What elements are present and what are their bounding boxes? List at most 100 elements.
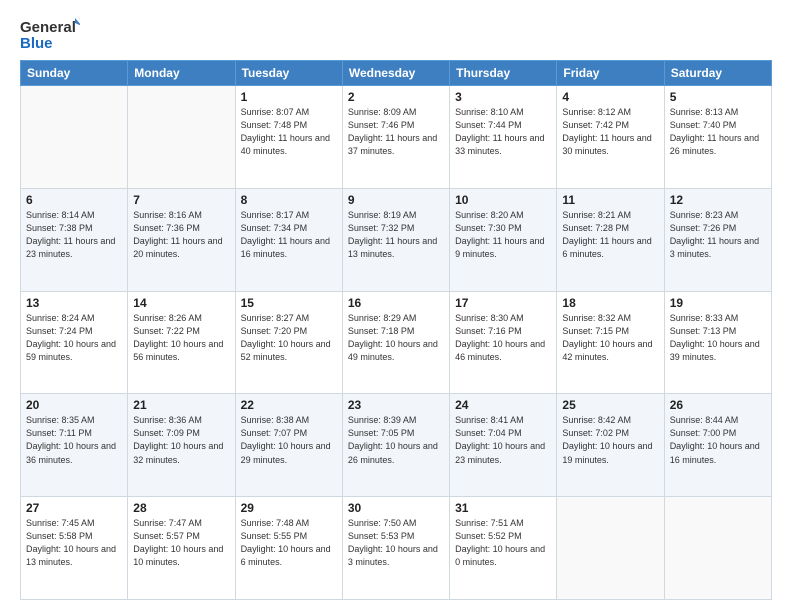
calendar-cell: 20 Sunrise: 8:35 AM Sunset: 7:11 PM Dayli… [21, 394, 128, 497]
calendar-cell: 7 Sunrise: 8:16 AM Sunset: 7:36 PM Daylig… [128, 188, 235, 291]
day-number: 11 [562, 193, 658, 207]
svg-text:General: General [20, 19, 76, 36]
day-info: Sunrise: 8:21 AM Sunset: 7:28 PM Dayligh… [562, 209, 658, 261]
day-info: Sunrise: 8:42 AM Sunset: 7:02 PM Dayligh… [562, 414, 658, 466]
day-number: 20 [26, 398, 122, 412]
calendar-cell: 10Sunrise: 8:20 AM Sunset: 7:30 PM Dayli… [450, 188, 557, 291]
calendar-cell: 29 Sunrise: 7:48 AM Sunset: 5:55 PM Dayli… [235, 497, 342, 600]
day-info: Sunrise: 8:13 AM Sunset: 7:40 PM Dayligh… [670, 106, 766, 158]
calendar-cell: 2 Sunrise: 8:09 AM Sunset: 7:46 PM Daylig… [342, 86, 449, 189]
calendar-table: SundayMondayTuesdayWednesdayThursdayFrid… [20, 60, 772, 600]
day-info: Sunrise: 8:09 AM Sunset: 7:46 PM Dayligh… [348, 106, 444, 158]
day-number: 4 [562, 90, 658, 104]
logo-svg: General Blue [20, 16, 80, 52]
day-number: 18 [562, 296, 658, 310]
week-row-5: 27 Sunrise: 7:45 AM Sunset: 5:58 PM Dayli… [21, 497, 772, 600]
day-info: Sunrise: 8:30 AM Sunset: 7:16 PM Dayligh… [455, 312, 551, 364]
day-number: 2 [348, 90, 444, 104]
day-info: Sunrise: 8:17 AM Sunset: 7:34 PM Dayligh… [241, 209, 337, 261]
calendar-cell: 8Sunrise: 8:17 AM Sunset: 7:34 PM Daylig… [235, 188, 342, 291]
day-number: 1 [241, 90, 337, 104]
day-info: Sunrise: 8:14 AM Sunset: 7:38 PM Dayligh… [26, 209, 122, 261]
calendar-cell: 6 Sunrise: 8:14 AM Sunset: 7:38 PM Daylig… [21, 188, 128, 291]
calendar-cell: 23 Sunrise: 8:39 AM Sunset: 7:05 PM Dayli… [342, 394, 449, 497]
day-header-sunday: Sunday [21, 61, 128, 86]
day-info: Sunrise: 7:48 AM Sunset: 5:55 PM Dayligh… [241, 517, 337, 569]
calendar-cell: 30Sunrise: 7:50 AM Sunset: 5:53 PM Dayli… [342, 497, 449, 600]
day-number: 3 [455, 90, 551, 104]
week-row-4: 20 Sunrise: 8:35 AM Sunset: 7:11 PM Dayli… [21, 394, 772, 497]
day-info: Sunrise: 8:35 AM Sunset: 7:11 PM Dayligh… [26, 414, 122, 466]
day-info: Sunrise: 8:44 AM Sunset: 7:00 PM Dayligh… [670, 414, 766, 466]
day-header-wednesday: Wednesday [342, 61, 449, 86]
calendar-cell: 26Sunrise: 8:44 AM Sunset: 7:00 PM Dayli… [664, 394, 771, 497]
day-number: 9 [348, 193, 444, 207]
day-info: Sunrise: 8:16 AM Sunset: 7:36 PM Dayligh… [133, 209, 229, 261]
day-info: Sunrise: 8:23 AM Sunset: 7:26 PM Dayligh… [670, 209, 766, 261]
week-row-3: 13Sunrise: 8:24 AM Sunset: 7:24 PM Dayli… [21, 291, 772, 394]
day-info: Sunrise: 7:45 AM Sunset: 5:58 PM Dayligh… [26, 517, 122, 569]
day-number: 28 [133, 501, 229, 515]
calendar-cell: 17 Sunrise: 8:30 AM Sunset: 7:16 PM Dayli… [450, 291, 557, 394]
day-header-tuesday: Tuesday [235, 61, 342, 86]
day-info: Sunrise: 8:27 AM Sunset: 7:20 PM Dayligh… [241, 312, 337, 364]
day-number: 15 [241, 296, 337, 310]
day-number: 23 [348, 398, 444, 412]
calendar-cell [21, 86, 128, 189]
day-number: 21 [133, 398, 229, 412]
day-header-monday: Monday [128, 61, 235, 86]
calendar-cell: 19 Sunrise: 8:33 AM Sunset: 7:13 PM Dayli… [664, 291, 771, 394]
day-info: Sunrise: 8:33 AM Sunset: 7:13 PM Dayligh… [670, 312, 766, 364]
day-number: 7 [133, 193, 229, 207]
calendar-cell: 16 Sunrise: 8:29 AM Sunset: 7:18 PM Dayli… [342, 291, 449, 394]
day-number: 16 [348, 296, 444, 310]
header: General Blue [20, 16, 772, 52]
calendar-cell: 27 Sunrise: 7:45 AM Sunset: 5:58 PM Dayli… [21, 497, 128, 600]
day-info: Sunrise: 8:39 AM Sunset: 7:05 PM Dayligh… [348, 414, 444, 466]
day-number: 19 [670, 296, 766, 310]
day-info: Sunrise: 8:10 AM Sunset: 7:44 PM Dayligh… [455, 106, 551, 158]
calendar-cell: 4 Sunrise: 8:12 AM Sunset: 7:42 PM Daylig… [557, 86, 664, 189]
svg-text:Blue: Blue [20, 35, 53, 52]
day-header-saturday: Saturday [664, 61, 771, 86]
day-number: 17 [455, 296, 551, 310]
page: General Blue SundayMondayTuesdayWednesda… [0, 0, 792, 612]
week-row-2: 6 Sunrise: 8:14 AM Sunset: 7:38 PM Daylig… [21, 188, 772, 291]
day-number: 5 [670, 90, 766, 104]
calendar-cell: 3 Sunrise: 8:10 AM Sunset: 7:44 PM Daylig… [450, 86, 557, 189]
day-number: 6 [26, 193, 122, 207]
day-number: 31 [455, 501, 551, 515]
calendar-cell [128, 86, 235, 189]
day-info: Sunrise: 8:20 AM Sunset: 7:30 PM Dayligh… [455, 209, 551, 261]
logo: General Blue [20, 16, 80, 52]
day-info: Sunrise: 8:29 AM Sunset: 7:18 PM Dayligh… [348, 312, 444, 364]
calendar-cell: 31 Sunrise: 7:51 AM Sunset: 5:52 PM Dayli… [450, 497, 557, 600]
day-number: 27 [26, 501, 122, 515]
day-info: Sunrise: 8:36 AM Sunset: 7:09 PM Dayligh… [133, 414, 229, 466]
day-info: Sunrise: 8:32 AM Sunset: 7:15 PM Dayligh… [562, 312, 658, 364]
calendar-header-row: SundayMondayTuesdayWednesdayThursdayFrid… [21, 61, 772, 86]
day-info: Sunrise: 8:38 AM Sunset: 7:07 PM Dayligh… [241, 414, 337, 466]
day-info: Sunrise: 8:12 AM Sunset: 7:42 PM Dayligh… [562, 106, 658, 158]
calendar-cell: 21 Sunrise: 8:36 AM Sunset: 7:09 PM Dayli… [128, 394, 235, 497]
calendar-cell: 11 Sunrise: 8:21 AM Sunset: 7:28 PM Dayli… [557, 188, 664, 291]
calendar-cell: 1 Sunrise: 8:07 AM Sunset: 7:48 PM Daylig… [235, 86, 342, 189]
day-number: 25 [562, 398, 658, 412]
day-info: Sunrise: 7:50 AM Sunset: 5:53 PM Dayligh… [348, 517, 444, 569]
calendar-cell: 25 Sunrise: 8:42 AM Sunset: 7:02 PM Dayli… [557, 394, 664, 497]
day-header-friday: Friday [557, 61, 664, 86]
calendar-body: 1 Sunrise: 8:07 AM Sunset: 7:48 PM Daylig… [21, 86, 772, 600]
calendar-cell: 12 Sunrise: 8:23 AM Sunset: 7:26 PM Dayli… [664, 188, 771, 291]
day-info: Sunrise: 7:47 AM Sunset: 5:57 PM Dayligh… [133, 517, 229, 569]
week-row-1: 1 Sunrise: 8:07 AM Sunset: 7:48 PM Daylig… [21, 86, 772, 189]
day-number: 24 [455, 398, 551, 412]
day-number: 14 [133, 296, 229, 310]
day-info: Sunrise: 8:26 AM Sunset: 7:22 PM Dayligh… [133, 312, 229, 364]
calendar-cell: 28 Sunrise: 7:47 AM Sunset: 5:57 PM Dayli… [128, 497, 235, 600]
day-info: Sunrise: 8:07 AM Sunset: 7:48 PM Dayligh… [241, 106, 337, 158]
day-info: Sunrise: 7:51 AM Sunset: 5:52 PM Dayligh… [455, 517, 551, 569]
calendar-cell: 22Sunrise: 8:38 AM Sunset: 7:07 PM Dayli… [235, 394, 342, 497]
day-number: 29 [241, 501, 337, 515]
calendar-cell: 15 Sunrise: 8:27 AM Sunset: 7:20 PM Dayli… [235, 291, 342, 394]
day-number: 12 [670, 193, 766, 207]
